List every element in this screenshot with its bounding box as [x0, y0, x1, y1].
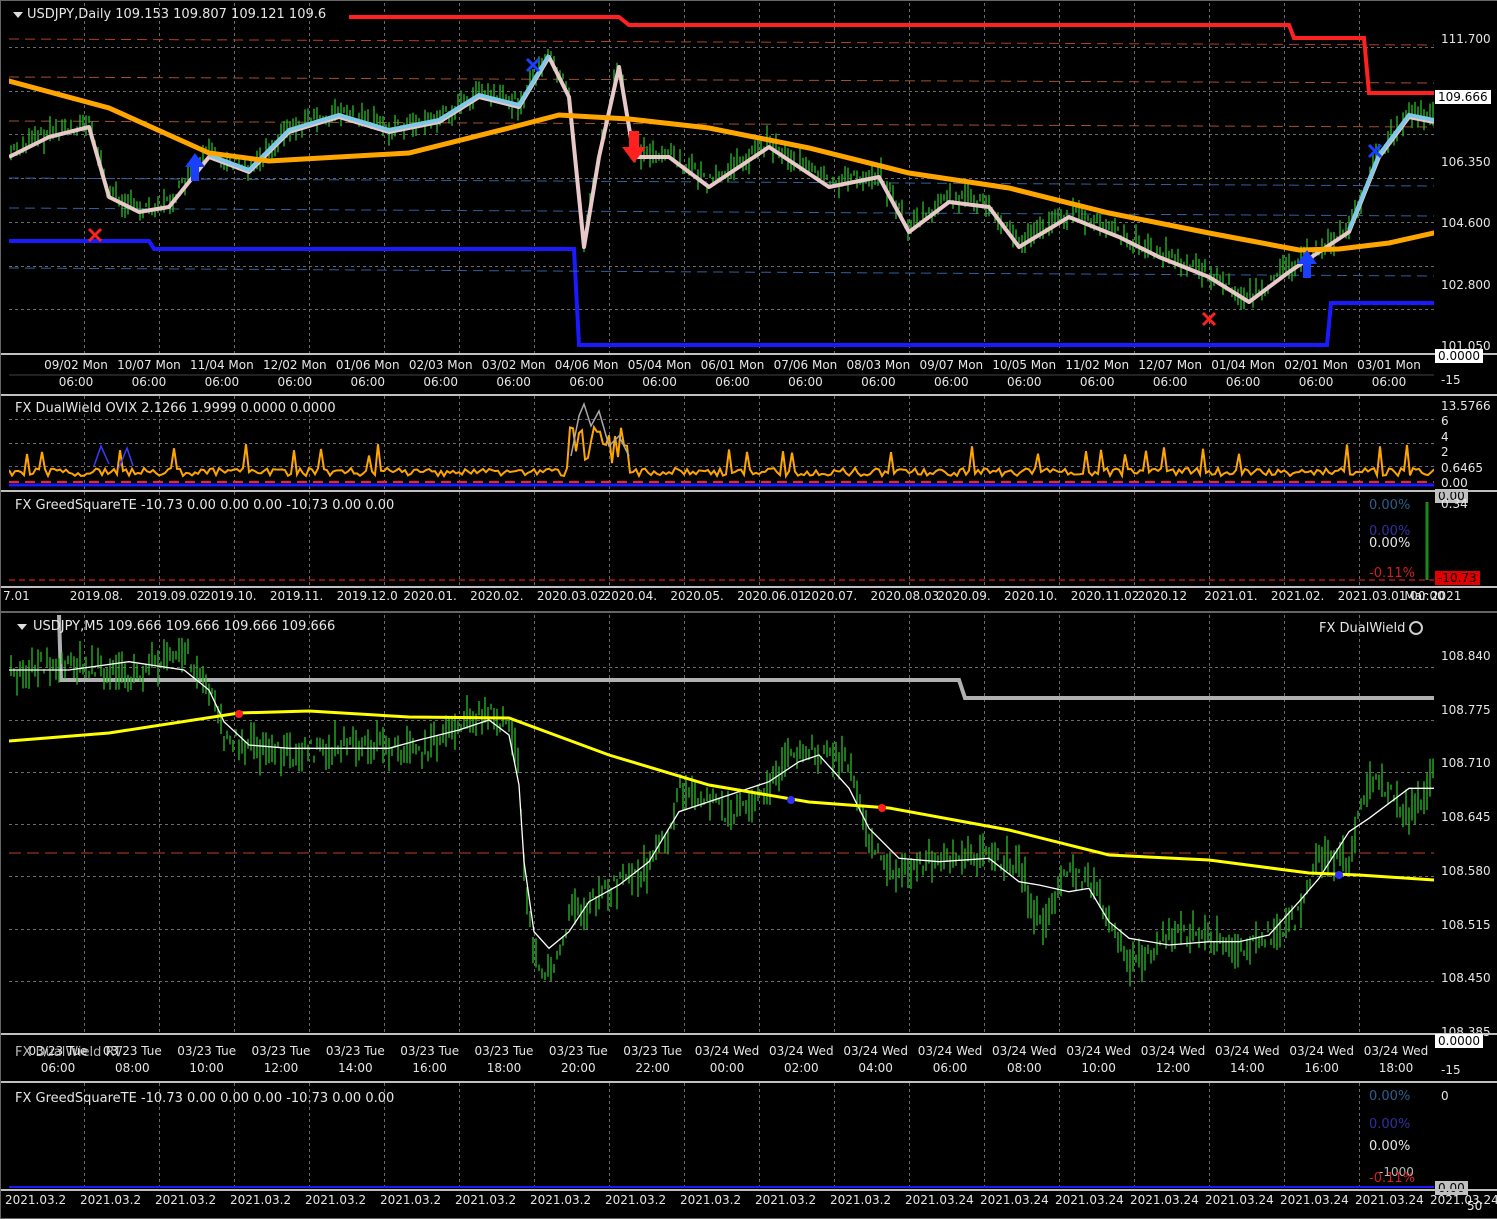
price-axis-label: 108.515 [1441, 917, 1491, 932]
date-axis-label: 2021.03.24 [980, 1193, 1049, 1207]
date-axis-label: 2019.08. [69, 589, 124, 603]
date-axis-label: 2020.02. [470, 589, 524, 603]
daily-price-axis: 111.700108.150106.350104.600102.800101.0… [1, 1, 1497, 361]
m5-greed-percent-3: 0.00% [1369, 1139, 1411, 1154]
date-axis-label: 2021.02. [1270, 589, 1325, 603]
m5-greed-percent-4: -0.11% [1369, 1171, 1415, 1186]
price-axis-label: 111.700 [1441, 32, 1491, 46]
date-axis-label: 2021.03.24 12:00 [1430, 1193, 1497, 1207]
date-axis-label: 2021.03.2 [230, 1193, 292, 1207]
time-axis-label: 03/01 Mon 06:00 [1357, 358, 1421, 389]
date-axis-label: 2019.11. [269, 589, 324, 603]
price-axis-label: 6 [1441, 414, 1449, 429]
date-axis-label: 2021.03.2 [530, 1193, 592, 1207]
date-axis-label: 2021.03.24 [1280, 1193, 1349, 1207]
price-axis-label: 13.5766 [1441, 399, 1491, 413]
date-axis-label: 2021.03.2 [755, 1193, 817, 1207]
date-axis-label: 2021.03.24 [905, 1193, 974, 1207]
date-axis-label: 2021.03.2 [80, 1193, 142, 1207]
date-axis-label: 2020.06.01 [737, 589, 806, 603]
m5-greed-percent-1: 0.00% [1369, 1089, 1411, 1104]
date-axis-label: 2021.01. [1204, 589, 1258, 603]
date-axis-label: 2019.09.02 [136, 589, 206, 603]
m5-greed-square-pane[interactable]: FX GreedSquareTE -10.73 0.00 0.00 0.00 -… [9, 1083, 1434, 1189]
date-axis-label: 2020.12 [1137, 589, 1188, 603]
greed-percent-1: 0.00% [1369, 498, 1411, 513]
greed-top-label: 0.34 [1441, 497, 1468, 511]
date-axis-label: 2020.11.02 [1070, 589, 1140, 603]
greed-square-pane[interactable]: FX GreedSquareTE -10.73 0.00 0.00 0.00 -… [9, 492, 1434, 586]
date-axis-label: 2021.03.2 [305, 1193, 367, 1207]
m5-rt-min: -15 [1441, 1063, 1461, 1077]
date-axis-label: 2021.03.2 [380, 1193, 442, 1207]
price-axis-label: 104.600 [1441, 216, 1491, 231]
price-axis-label: 108.580 [1441, 863, 1491, 878]
date-axis-label: 2020.03.02 [536, 589, 606, 603]
date-axis-label: 2020.05. [670, 589, 724, 603]
date-axis-label: 2020.01. [403, 589, 457, 603]
m5-price-axis: 108.840 108.775 108.710 108.645 108.580 108.5… [1, 613, 1497, 1043]
date-axis-label: 2021.03.2 [155, 1193, 217, 1207]
date-axis-label: 2020.04. [603, 589, 658, 603]
date-axis-label: 2020.09. [937, 589, 991, 603]
date-axis-label: 2019.12.0 [336, 589, 398, 603]
ovix-axis: 13.5766 6 4 2 0.6465 0.00 [1, 396, 1497, 490]
date-axis-label: 2020.10. [1004, 589, 1058, 603]
date-axis-label: 7.01 [3, 589, 30, 603]
date-axis-label: 2021.03.2 [455, 1193, 517, 1207]
greed-percent-4: -0.11% [1369, 566, 1415, 581]
date-axis-label: 2021.03.24 [1205, 1193, 1274, 1207]
daily-rt-tag: 0.0000 [1435, 349, 1483, 363]
date-axis-label: 2021.03.24 [1130, 1193, 1199, 1207]
price-axis-label: 4 [1441, 429, 1449, 444]
m5-date-axis: 2021.03.2 2021.03.2 2021.03.2 2021.03.2 2021… [1, 1193, 1497, 1213]
price-axis-label: 108.645 [1441, 810, 1491, 825]
date-axis-label: 2021.03.2 [5, 1193, 67, 1207]
date-axis-label: 2020.08.03 [870, 589, 940, 603]
daily-rt-min: -15 [1441, 373, 1461, 387]
price-axis-label: 108.710 [1441, 756, 1491, 771]
date-axis-label: 2021.03.2 [680, 1193, 742, 1207]
date-axis-label: 2019.10. [203, 589, 257, 603]
greed-percent-3: 0.00% [1369, 536, 1411, 551]
date-axis-label: Mar 2021 [1404, 589, 1462, 603]
m5-time-axis-labels: 03/23 Tue 06:00 03/23 Tue 08:00 03/23 Tue 10:… [1, 1043, 1431, 1079]
price-axis-label: 0.6465 [1441, 460, 1483, 475]
date-axis-label: 2021.03.24 [1055, 1193, 1124, 1207]
m5-chart-window[interactable]: USDJPY,M5 109.666 109.666 109.666 109.66… [0, 612, 1497, 1219]
greed-value-tag: -10.73 [1435, 571, 1480, 585]
price-axis-label: 106.350 [1441, 154, 1491, 169]
price-axis-label: 108.775 [1441, 702, 1491, 717]
m5-greed-title: FX GreedSquareTE -10.73 0.00 0.00 0.00 -… [15, 1091, 395, 1106]
price-axis-label: 0.00 [1441, 476, 1468, 490]
price-axis-label: 108.450 [1441, 971, 1491, 986]
daily-time-axis-labels: 09/02 Mon 06:00 10/07 Mon 06:00 11/04 Mon 06:… [1, 357, 1431, 393]
m5-greed-percent-2: 0.00% [1369, 1117, 1411, 1132]
date-axis-label: 2020.07. [803, 589, 858, 603]
daily-chart-window[interactable]: USDJPY,Daily 109.153 109.807 109.121 109… [0, 0, 1497, 612]
m5-greed-zero: 0 [1441, 1089, 1449, 1103]
time-axis-label: 03/24 Wed 18:00 [1363, 1044, 1429, 1075]
date-axis-label: 2021.03.24 [1355, 1193, 1424, 1207]
date-axis-label: 2021.03.2 [605, 1193, 667, 1207]
price-axis-label: 108.840 [1441, 649, 1491, 663]
price-axis-label: 102.800 [1441, 277, 1491, 292]
daily-current-price-tag: 109.666 [1435, 90, 1491, 104]
m5-rt-tag: 0.0000 [1435, 1034, 1483, 1048]
price-axis-label: 2 [1441, 445, 1449, 460]
m5-greed-side: 50 [1467, 1199, 1483, 1213]
daily-date-axis: 7.01 2019.08. 2019.09.02 2019.10. 2019.11. 20… [1, 589, 1497, 609]
greed-title: FX GreedSquareTE -10.73 0.00 0.00 0.00 -… [15, 498, 395, 513]
date-axis-label: 2021.03.2 [830, 1193, 892, 1207]
